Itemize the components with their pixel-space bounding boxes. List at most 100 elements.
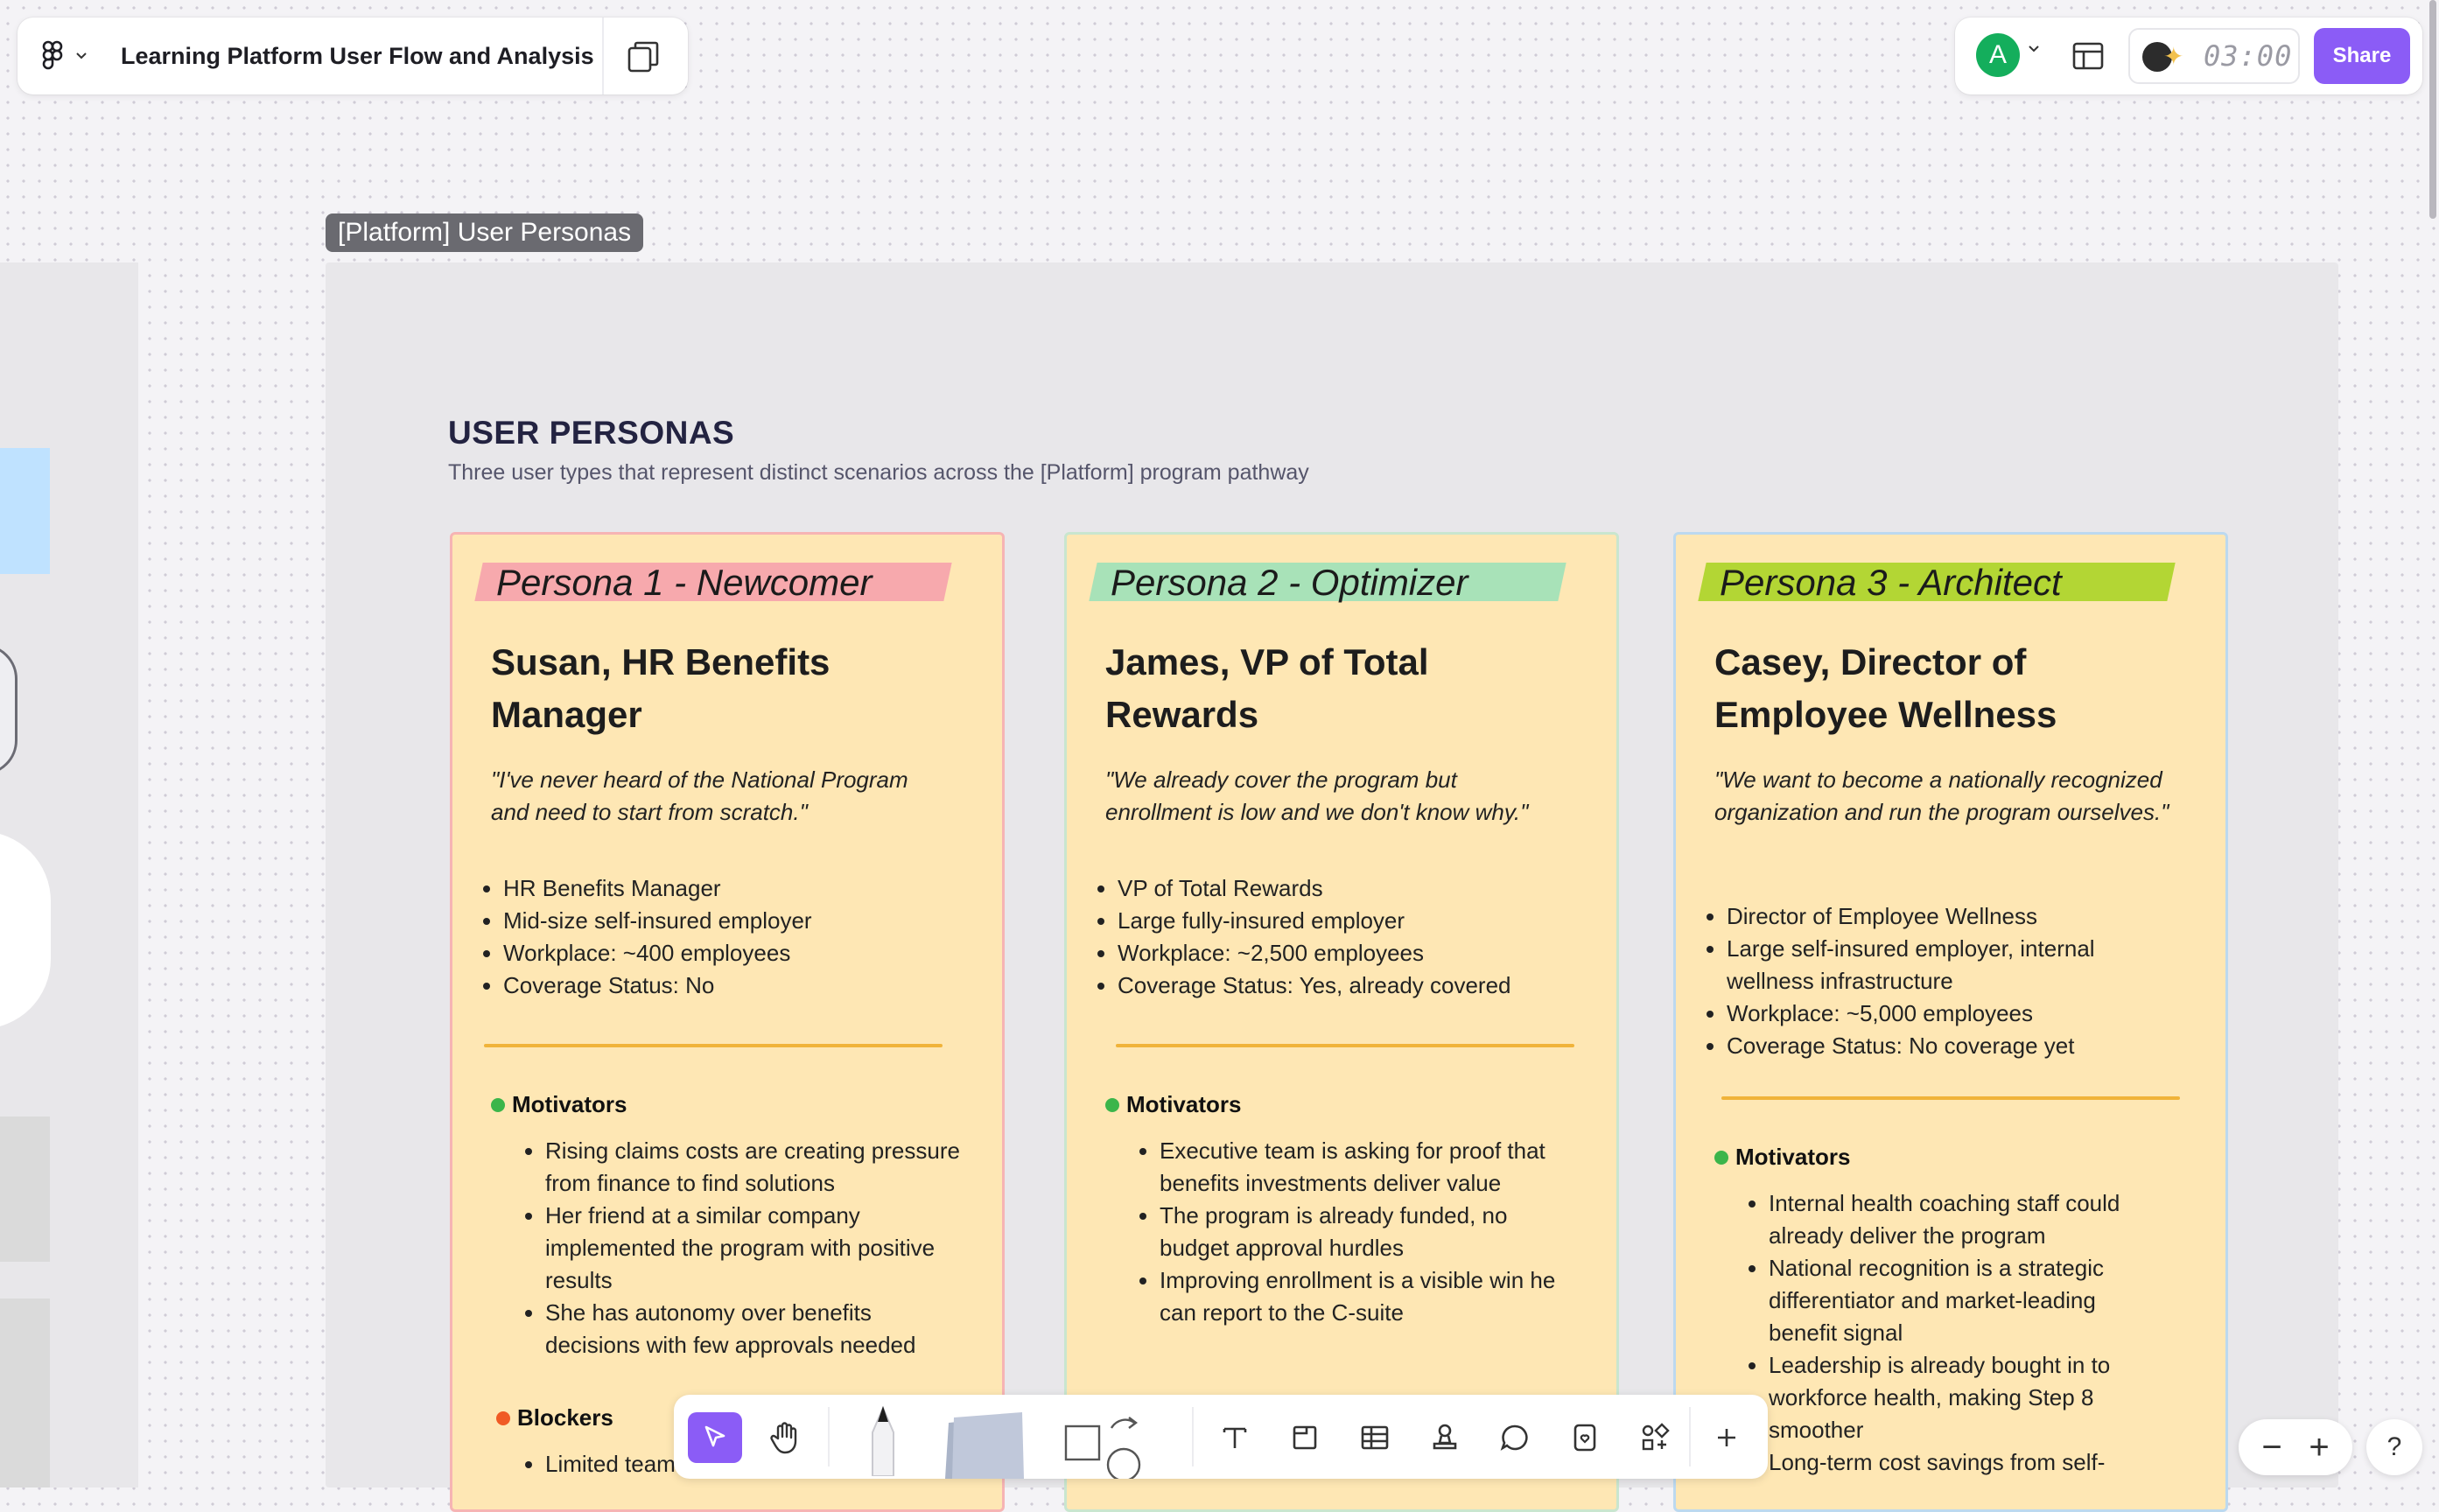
list-item: Director of Employee Wellness	[1727, 900, 2138, 933]
divider	[1116, 1044, 1574, 1047]
section-title: USER PERSONAS	[448, 415, 735, 451]
persona-quote: "We already cover the program but enroll…	[1105, 766, 1529, 825]
text-tool[interactable]	[1208, 1412, 1262, 1463]
persona-quote: "We want to become a nationally recogniz…	[1714, 766, 2169, 825]
hand-icon	[770, 1422, 797, 1454]
motivators-heading: Motivators	[491, 1091, 627, 1118]
list-item: Rising claims costs are creating pressur…	[545, 1135, 965, 1200]
avatar[interactable]: A	[1976, 33, 2020, 77]
persona-facts: HR Benefits Manager Mid-size self-insure…	[470, 872, 967, 1002]
persona-facts: Director of Employee Wellness Large self…	[1693, 900, 2138, 1062]
divider	[828, 1407, 830, 1466]
section-tool[interactable]	[1278, 1412, 1332, 1463]
persona-card-architect[interactable]: Persona 3 - Architect Casey, Director of…	[1673, 532, 2228, 1512]
persona-tag: Persona 3 - Architect	[1720, 562, 2062, 603]
canvas-shape[interactable]	[0, 1298, 50, 1488]
list-item: Executive team is asking for proof that …	[1160, 1135, 1580, 1200]
motivators-label: Motivators	[1735, 1144, 1851, 1170]
persona-name: Casey, Director of Employee Wellness	[1714, 641, 2057, 735]
section-icon	[1293, 1425, 1317, 1450]
persona-facts: VP of Total Rewards Large fully-insured …	[1084, 872, 1581, 1002]
widget-tool[interactable]	[1558, 1412, 1612, 1463]
motivator-dot-icon	[1714, 1150, 1728, 1165]
shape-tool[interactable]	[1055, 1409, 1152, 1479]
widget-icon	[1573, 1424, 1596, 1452]
pen-tool[interactable]	[856, 1395, 910, 1479]
persona-tag: Persona 2 - Optimizer	[1111, 562, 1468, 603]
help-button[interactable]: ?	[2366, 1419, 2422, 1475]
table-tool[interactable]	[1348, 1412, 1402, 1463]
table-icon	[1361, 1425, 1389, 1450]
motivator-dot-icon	[1105, 1097, 1119, 1112]
divider	[602, 18, 604, 94]
sticky-note-icon	[945, 1412, 1024, 1479]
figma-logo-icon	[42, 40, 63, 70]
bottom-toolbar	[674, 1395, 1768, 1479]
stamp-icon	[1433, 1424, 1457, 1450]
main-menu-button[interactable]	[42, 37, 112, 75]
comment-tool[interactable]	[1488, 1412, 1542, 1463]
move-tool[interactable]	[688, 1412, 742, 1463]
section-subtitle: Three user types that represent distinct…	[448, 460, 1309, 485]
collab-toolbar: A ✦ 03:00 Share	[1955, 18, 2422, 94]
motivators-label: Motivators	[1126, 1091, 1242, 1117]
apps-tool[interactable]	[1628, 1412, 1682, 1463]
persona-name: Susan, HR Benefits Manager	[491, 641, 831, 735]
zoom-controls: − +	[2239, 1419, 2352, 1475]
list-item: National recognition is a strategic diff…	[1769, 1252, 2136, 1349]
apps-icon	[1642, 1423, 1670, 1451]
motivators-list: Internal health coaching staff could alr…	[1735, 1187, 2136, 1479]
persona-card-newcomer[interactable]: Persona 1 - Newcomer Susan, HR Benefits …	[450, 532, 1005, 1512]
sticky-tool[interactable]	[936, 1405, 1033, 1479]
canvas-shape[interactable]	[0, 448, 50, 574]
blockers-label: Blockers	[517, 1404, 613, 1431]
motivators-heading: Motivators	[1105, 1091, 1241, 1118]
file-toolbar: Learning Platform User Flow and Analysis	[18, 18, 688, 94]
file-title[interactable]: Learning Platform User Flow and Analysis	[121, 38, 594, 74]
list-item: Workplace: ~400 employees	[503, 937, 967, 970]
list-item: Large self-insured employer, internal we…	[1727, 933, 2138, 998]
motivators-heading: Motivators	[1714, 1144, 1850, 1171]
stamp-tool[interactable]	[1418, 1412, 1472, 1463]
persona-name: James, VP of Total Rewards	[1105, 641, 1429, 735]
list-item: Her friend at a similar company implemen…	[545, 1200, 965, 1297]
layout-icon	[2072, 42, 2104, 70]
list-item: The program is already funded, no budget…	[1160, 1200, 1580, 1264]
canvas-shape[interactable]	[0, 1116, 50, 1262]
hand-tool[interactable]	[758, 1412, 812, 1463]
cursor-icon	[704, 1425, 725, 1447]
divider	[1689, 1407, 1691, 1466]
list-item: Large fully-insured employer	[1118, 905, 1581, 937]
list-item: Leadership is already bought in to workf…	[1769, 1349, 2136, 1446]
plus-icon	[1718, 1429, 1735, 1446]
more-tool[interactable]	[1700, 1412, 1754, 1463]
text-icon	[1223, 1427, 1247, 1448]
divider	[1192, 1407, 1194, 1466]
list-item: Coverage Status: No	[503, 970, 967, 1002]
sparkle-icon: ✦	[2163, 43, 2184, 70]
chevron-down-icon	[76, 52, 87, 60]
timer-widget[interactable]: ✦ 03:00	[2128, 28, 2300, 84]
zoom-in-button[interactable]: +	[2300, 1426, 2338, 1468]
zoom-out-button[interactable]: −	[2253, 1426, 2291, 1468]
motivators-label: Motivators	[512, 1091, 627, 1117]
frame-label[interactable]: [Platform] User Personas	[326, 214, 644, 252]
comment-icon	[1500, 1424, 1528, 1451]
share-button[interactable]: Share	[2314, 28, 2410, 84]
shapes-icon	[1064, 1417, 1141, 1479]
list-item: She has autonomy over benefits decisions…	[545, 1297, 965, 1362]
pages-button[interactable]	[621, 35, 665, 79]
list-item: Improving enrollment is a visible win he…	[1160, 1264, 1580, 1329]
list-item: Internal health coaching staff could alr…	[1769, 1187, 2136, 1252]
divider	[484, 1044, 943, 1047]
chevron-down-icon[interactable]	[2027, 44, 2041, 54]
list-item: Coverage Status: Yes, already covered	[1118, 970, 1581, 1002]
persona-card-optimizer[interactable]: Persona 2 - Optimizer James, VP of Total…	[1064, 532, 1619, 1512]
list-item: Long-term cost savings from self-	[1769, 1446, 2136, 1479]
motivator-dot-icon	[491, 1097, 505, 1112]
layout-button[interactable]	[2069, 37, 2107, 75]
pages-icon	[627, 41, 659, 73]
list-item: HR Benefits Manager	[503, 872, 967, 905]
list-item: Workplace: ~5,000 employees	[1727, 998, 2138, 1030]
vertical-scrollbar[interactable]	[2429, 0, 2436, 219]
